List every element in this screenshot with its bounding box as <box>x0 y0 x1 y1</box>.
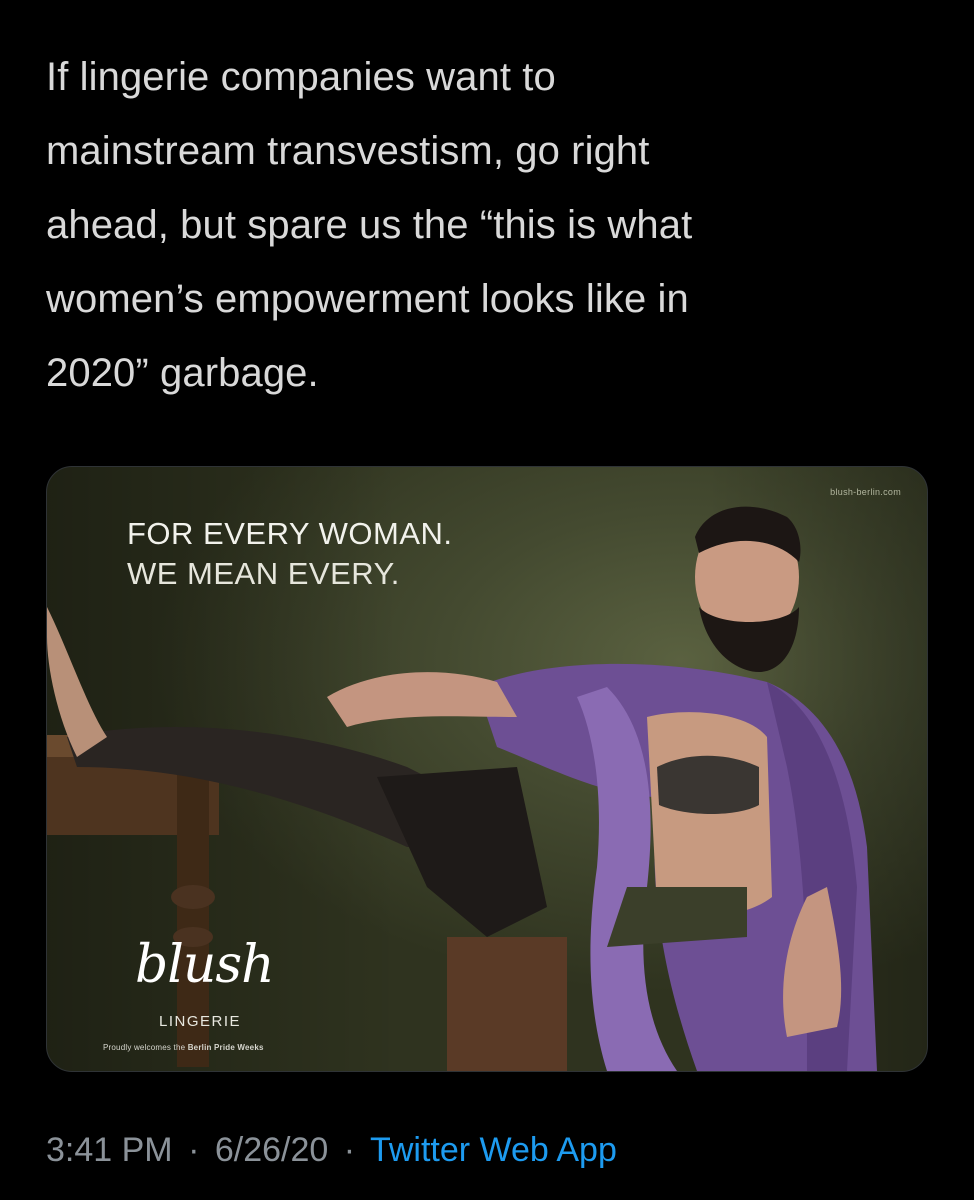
tweet-time[interactable]: 3:41 PM <box>46 1131 173 1169</box>
watermark-text: blush-berlin.com <box>830 487 901 497</box>
head <box>695 506 801 672</box>
ad-subheadline: WE MEAN EVERY. <box>127 556 400 591</box>
brand-note-prefix: Proudly welcomes the <box>103 1043 186 1052</box>
brand-note: Proudly welcomes the Berlin Pride Weeks <box>103 1043 264 1052</box>
ad-headline: FOR EVERY WOMAN. <box>127 516 453 551</box>
tweet-text: If lingerie companies want to mainstream… <box>46 55 693 395</box>
tweet-meta: 3:41 PM · 6/26/20 · Twitter Web App <box>46 1128 617 1172</box>
meta-separator: · <box>188 1131 200 1169</box>
tweet-source-link[interactable]: Twitter Web App <box>370 1131 617 1169</box>
brand-lingerie-label: LINGERIE <box>159 1013 242 1030</box>
blush-logo: blush <box>135 935 275 995</box>
tweet: If lingerie companies want to mainstream… <box>0 0 974 1200</box>
brand-note-bold: Berlin Pride Weeks <box>187 1043 264 1052</box>
chair <box>447 937 567 1071</box>
meta-separator: · <box>343 1131 356 1169</box>
tweet-media-image[interactable]: blush-berlin.com FOR EVERY WOMAN. WE MEA… <box>46 466 928 1072</box>
tweet-date[interactable]: 6/26/20 <box>215 1131 328 1169</box>
